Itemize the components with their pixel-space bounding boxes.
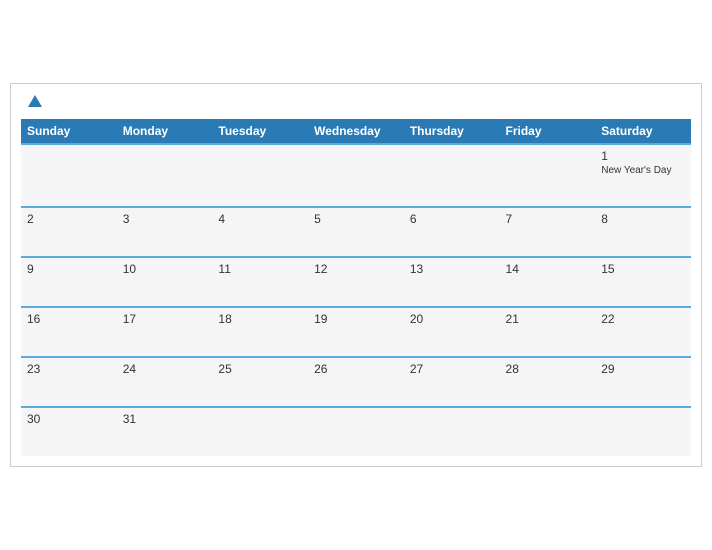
calendar-cell: 5 [308,207,404,257]
calendar-cell: 24 [117,357,213,407]
week-row-4: 16 17 18 19 20 21 22 [21,307,691,357]
calendar-cell: 21 [500,307,596,357]
calendar-cell [404,144,500,207]
day-number: 25 [218,362,302,376]
calendar-thead: SundayMondayTuesdayWednesdayThursdayFrid… [21,119,691,144]
logo-general [25,94,42,112]
calendar-cell: 13 [404,257,500,307]
day-number: 8 [601,212,685,226]
weekday-header-saturday: Saturday [595,119,691,144]
weekday-header-thursday: Thursday [404,119,500,144]
logo-triangle-icon [28,95,42,107]
day-number: 5 [314,212,398,226]
weekday-header-row: SundayMondayTuesdayWednesdayThursdayFrid… [21,119,691,144]
calendar-cell: 10 [117,257,213,307]
calendar-cell [212,407,308,456]
calendar-cell: 16 [21,307,117,357]
day-number: 23 [27,362,111,376]
day-number: 11 [218,262,302,276]
calendar-cell: 18 [212,307,308,357]
day-number: 16 [27,312,111,326]
day-number: 4 [218,212,302,226]
calendar-cell: 29 [595,357,691,407]
weekday-header-sunday: Sunday [21,119,117,144]
holiday-label: New Year's Day [601,165,685,176]
weekday-header-friday: Friday [500,119,596,144]
week-row-1: 1 New Year's Day [21,144,691,207]
calendar-cell [308,144,404,207]
calendar-cell: 12 [308,257,404,307]
calendar-cell: 22 [595,307,691,357]
calendar-header [21,94,691,112]
day-number: 14 [506,262,590,276]
day-number: 12 [314,262,398,276]
day-number: 19 [314,312,398,326]
calendar-cell: 26 [308,357,404,407]
calendar-tbody: 1New Year's Day2345678910111213141516171… [21,144,691,456]
calendar-cell: 2 [21,207,117,257]
day-number: 3 [123,212,207,226]
day-number: 28 [506,362,590,376]
day-number: 6 [410,212,494,226]
weekday-header-monday: Monday [117,119,213,144]
calendar-cell: 4 [212,207,308,257]
day-number: 27 [410,362,494,376]
calendar-cell: 20 [404,307,500,357]
calendar-cell [212,144,308,207]
calendar-cell: 1 New Year's Day [595,144,691,207]
calendar-cell [404,407,500,456]
calendar-cell [500,144,596,207]
day-number: 31 [123,412,207,426]
weekday-header-tuesday: Tuesday [212,119,308,144]
day-number: 2 [27,212,111,226]
calendar-table: SundayMondayTuesdayWednesdayThursdayFrid… [21,119,691,456]
calendar-cell: 19 [308,307,404,357]
day-number: 9 [27,262,111,276]
calendar-cell [595,407,691,456]
day-number: 26 [314,362,398,376]
day-number: 10 [123,262,207,276]
calendar-cell: 17 [117,307,213,357]
week-row-2: 2345678 [21,207,691,257]
day-number: 24 [123,362,207,376]
calendar-cell [308,407,404,456]
day-number: 30 [27,412,111,426]
day-number: 1 [601,149,685,163]
calendar-cell [21,144,117,207]
calendar-cell: 15 [595,257,691,307]
calendar-cell: 8 [595,207,691,257]
calendar-cell: 28 [500,357,596,407]
calendar-cell: 25 [212,357,308,407]
week-row-3: 9 10 11 12 13 14 15 [21,257,691,307]
week-row-5: 23 24 25 26 27 28 29 [21,357,691,407]
calendar-cell: 6 [404,207,500,257]
calendar-cell: 3 [117,207,213,257]
calendar-cell: 30 [21,407,117,456]
calendar-cell: 7 [500,207,596,257]
calendar-cell: 31 [117,407,213,456]
day-number: 15 [601,262,685,276]
day-number: 29 [601,362,685,376]
day-number: 13 [410,262,494,276]
day-number: 7 [506,212,590,226]
calendar-cell: 9 [21,257,117,307]
calendar-cell [117,144,213,207]
day-number: 21 [506,312,590,326]
weekday-header-wednesday: Wednesday [308,119,404,144]
day-number: 17 [123,312,207,326]
day-number: 22 [601,312,685,326]
calendar-container: SundayMondayTuesdayWednesdayThursdayFrid… [10,83,702,468]
calendar-cell: 14 [500,257,596,307]
calendar-cell: 11 [212,257,308,307]
calendar-cell: 27 [404,357,500,407]
logo-area [25,94,42,112]
calendar-cell [500,407,596,456]
week-row-6: 30 31 [21,407,691,456]
calendar-cell: 23 [21,357,117,407]
day-number: 20 [410,312,494,326]
day-number: 18 [218,312,302,326]
